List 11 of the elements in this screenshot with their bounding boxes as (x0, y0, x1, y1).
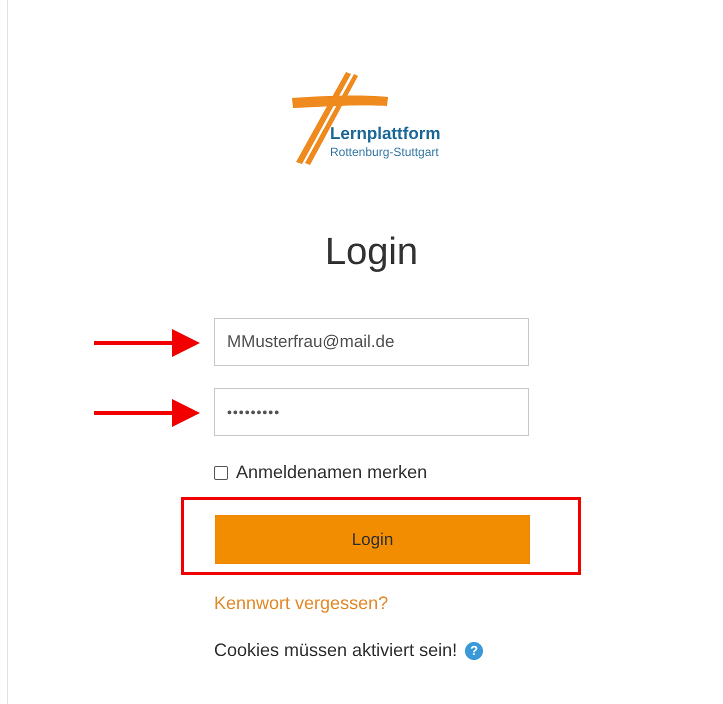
help-icon[interactable]: ? (465, 642, 484, 660)
logo-title: Lernplattform (330, 124, 440, 144)
username-field[interactable]: MMusterfrau@mail.de (214, 318, 529, 366)
password-field[interactable]: ••••••••• (214, 388, 529, 436)
logo-subtitle: Rottenburg-Stuttgart (330, 144, 440, 160)
remember-checkbox[interactable] (214, 466, 228, 480)
forgot-password-link[interactable]: Kennwort vergessen? (214, 593, 388, 614)
login-button[interactable]: Login (215, 515, 530, 564)
remember-label: Anmeldenamen merken (236, 462, 428, 483)
login-heading: Login (324, 230, 419, 274)
cookies-note: Cookies müssen aktiviert sein! (214, 640, 458, 661)
